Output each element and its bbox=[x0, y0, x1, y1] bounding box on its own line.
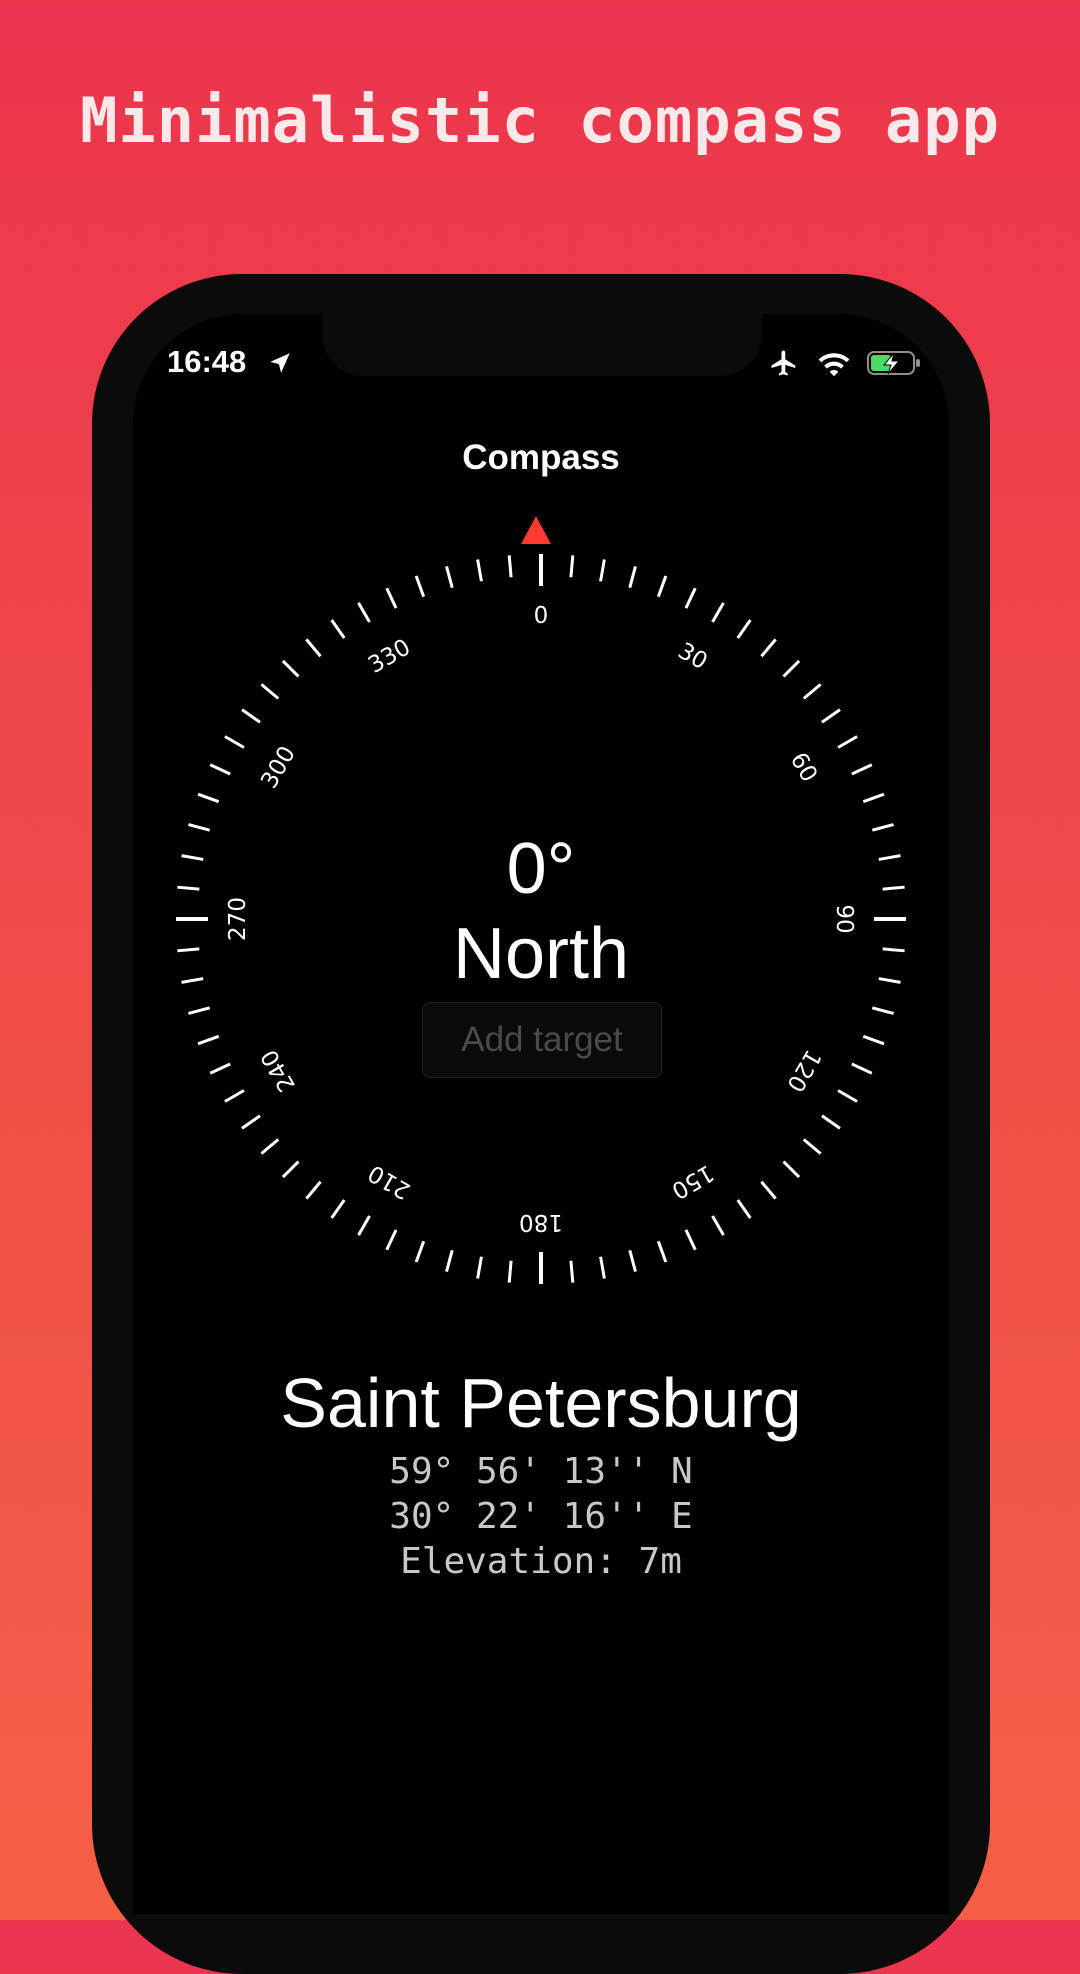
dial-tick bbox=[656, 1240, 668, 1263]
wifi-icon bbox=[818, 353, 850, 377]
app-screen: 16:48 Compass 0 30 60 90 120 150 180 210 240 270 3… bbox=[133, 314, 949, 1914]
dial-tick bbox=[188, 1006, 211, 1015]
dial-tick bbox=[357, 602, 371, 623]
status-icons bbox=[767, 348, 921, 378]
dial-tick bbox=[760, 638, 777, 658]
dial-tick bbox=[260, 1138, 280, 1155]
dial-tick bbox=[224, 735, 245, 749]
dial-label-210: 210 bbox=[364, 1159, 415, 1203]
dial-tick bbox=[851, 1062, 873, 1075]
nav-title: Compass bbox=[462, 438, 620, 477]
dial-label-300: 300 bbox=[256, 742, 300, 793]
dial-tick bbox=[569, 1260, 575, 1283]
dial-tick bbox=[821, 1114, 841, 1130]
dial-tick bbox=[414, 1240, 426, 1263]
dial-tick bbox=[507, 1260, 513, 1283]
dial-tick bbox=[414, 575, 426, 598]
heading-degrees: 0° bbox=[506, 829, 576, 909]
dial-tick bbox=[385, 1229, 398, 1251]
airplane-icon bbox=[771, 350, 796, 376]
dial-label-30: 30 bbox=[673, 638, 711, 675]
dial-tick bbox=[711, 1215, 725, 1236]
dial-tick bbox=[628, 566, 637, 589]
dial-tick bbox=[711, 602, 725, 623]
dial-tick bbox=[305, 1180, 322, 1200]
dial-tick bbox=[760, 1180, 777, 1200]
dial-tick bbox=[821, 708, 841, 724]
heading-direction: North bbox=[452, 914, 630, 994]
dial-tick bbox=[736, 619, 752, 639]
dial-tick bbox=[782, 1160, 801, 1179]
dial-label-150: 150 bbox=[667, 1159, 718, 1203]
dial-tick bbox=[357, 1215, 371, 1236]
add-target-button[interactable]: Add target bbox=[422, 1002, 662, 1078]
dial-tick bbox=[599, 1256, 606, 1279]
dial-tick bbox=[851, 763, 873, 776]
dial-tick bbox=[385, 587, 398, 609]
status-time: 16:48 bbox=[167, 344, 247, 379]
dial-tick bbox=[837, 735, 858, 749]
dial-tick bbox=[684, 587, 697, 609]
dial-tick bbox=[260, 683, 280, 700]
dial-label-0: 0 bbox=[534, 603, 549, 629]
dial-label-330: 330 bbox=[364, 634, 415, 678]
dial-tick bbox=[445, 1249, 454, 1272]
dial-tick bbox=[281, 659, 300, 678]
dial-tick bbox=[281, 1160, 300, 1179]
dial-tick bbox=[241, 1114, 261, 1130]
dial-tick bbox=[782, 659, 801, 678]
dial-label-120: 120 bbox=[781, 1045, 825, 1096]
notch bbox=[322, 314, 762, 376]
north-indicator bbox=[521, 516, 551, 544]
elevation: Elevation: 7m bbox=[400, 1541, 682, 1582]
longitude: 30° 22' 16'' E bbox=[389, 1496, 693, 1537]
dial-label-240: 240 bbox=[256, 1045, 300, 1096]
dial-tick bbox=[802, 683, 822, 700]
dial-tick bbox=[476, 559, 483, 582]
dial-tick bbox=[684, 1229, 697, 1251]
dial-tick bbox=[209, 1062, 231, 1075]
dial-tick bbox=[330, 619, 346, 639]
dial-tick bbox=[209, 763, 231, 776]
dial-tick bbox=[197, 792, 220, 804]
dial-tick bbox=[862, 792, 885, 804]
dial-tick bbox=[445, 566, 454, 589]
dial-tick bbox=[241, 708, 261, 724]
promo-title: Minimalistic compass app bbox=[80, 84, 1000, 157]
dial-tick bbox=[197, 1034, 220, 1046]
dial-tick bbox=[569, 555, 575, 578]
dial-tick bbox=[224, 1089, 245, 1103]
dial-tick bbox=[862, 1034, 885, 1046]
coordinates: 59° 56' 13'' N 30° 22' 16'' E Elevation:… bbox=[133, 1449, 949, 1584]
location-arrow-icon bbox=[270, 353, 290, 373]
city-name: Saint Petersburg bbox=[280, 1364, 802, 1442]
dial-tick bbox=[330, 1199, 346, 1219]
dial-tick bbox=[871, 1006, 894, 1015]
dial-label-60: 60 bbox=[785, 748, 822, 786]
dial-tick bbox=[628, 1249, 637, 1272]
dial-label-180: 180 bbox=[519, 1209, 563, 1235]
dial-tick bbox=[507, 555, 513, 578]
dial-tick bbox=[656, 575, 668, 598]
battery-charging-icon bbox=[867, 351, 920, 375]
dial-tick bbox=[802, 1138, 822, 1155]
dial-tick bbox=[837, 1089, 858, 1103]
latitude: 59° 56' 13'' N bbox=[389, 1451, 693, 1492]
dial-tick bbox=[476, 1256, 483, 1279]
dial-tick bbox=[736, 1199, 752, 1219]
dial-tick bbox=[305, 638, 322, 658]
dial-tick bbox=[599, 559, 606, 582]
